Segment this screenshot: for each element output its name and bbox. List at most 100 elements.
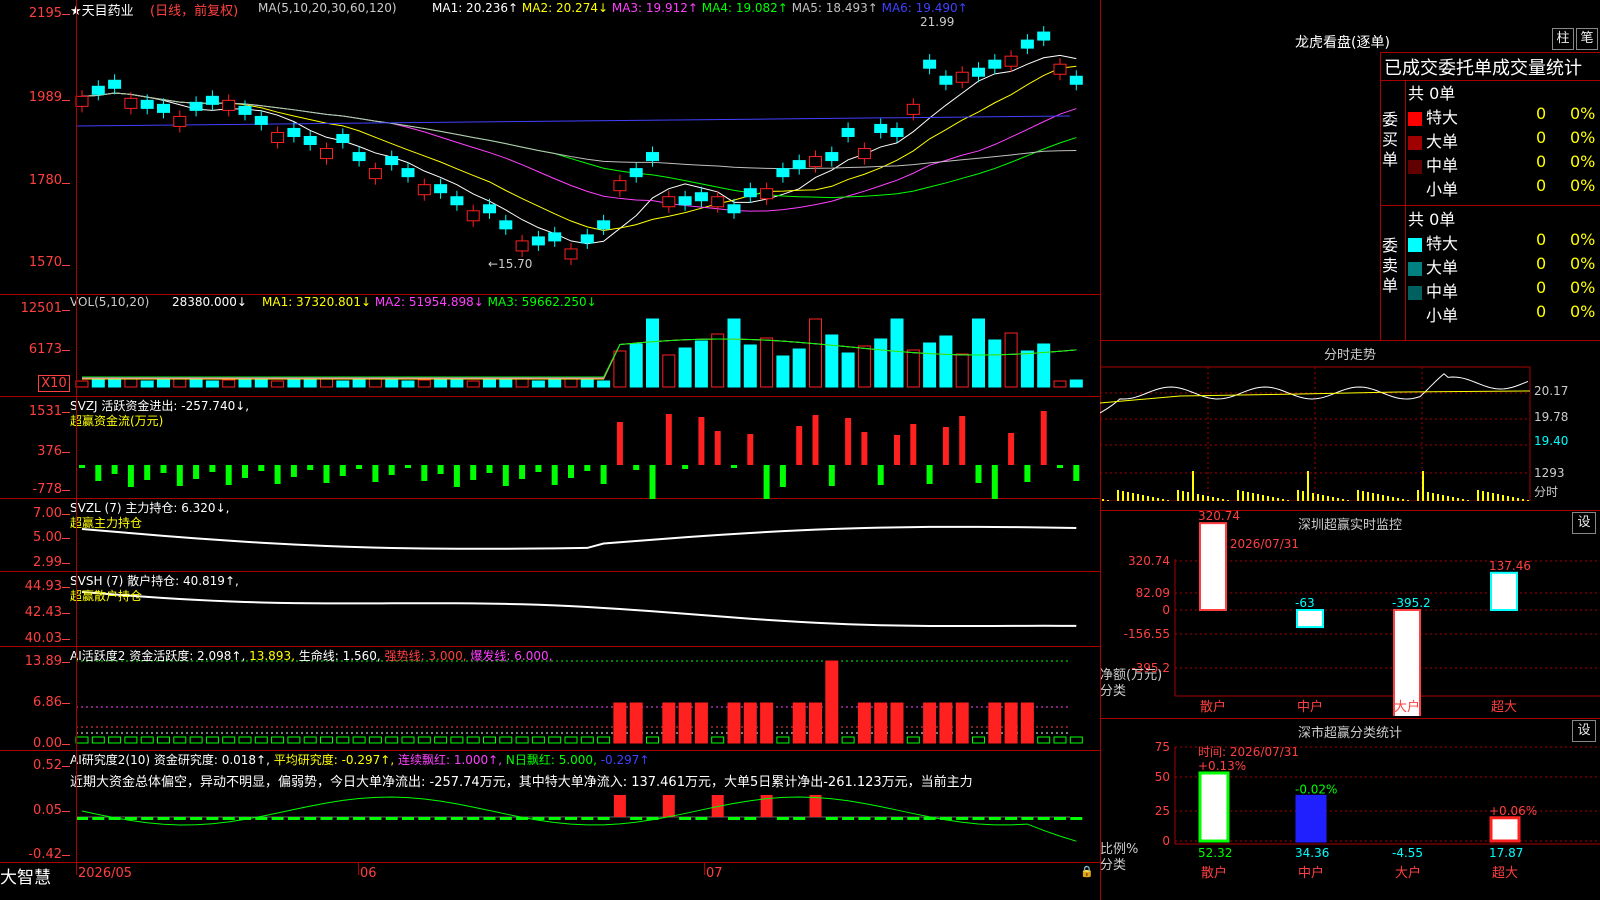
buy-orders-table: 委买单共 0单 特大 0 0% 大单 0 0% 中单 0 0% 小单 0 0% [1380, 80, 1600, 205]
intraday-vol [1132, 493, 1134, 501]
flow-bar [258, 465, 265, 471]
kline-panel[interactable]: 21.99 ←15.70 ★天目药业 (日线，前复权) MA(5,10,20,30… [0, 0, 1100, 295]
row-value: 0 [1536, 278, 1547, 297]
candle [140, 99, 154, 109]
research-bar [402, 817, 414, 820]
volume-bar [906, 349, 920, 388]
candle [792, 160, 806, 170]
volume-bar [336, 380, 350, 388]
volume-bar [548, 379, 562, 388]
sell-orders-table: 委卖单共 0单 特大 0 0% 大单 0 0% 中单 0 0% 小单 0 0% [1380, 206, 1600, 331]
flow-bar [796, 426, 803, 465]
flow-bar [486, 465, 493, 473]
intraday-vol [1307, 471, 1309, 501]
flow-bar [356, 465, 363, 469]
candle [238, 105, 252, 115]
ai-research-panel[interactable]: AI研究度2(10) 资金研究度: 0.018↑, 平均研究度: -0.297↑… [0, 751, 1100, 863]
ai-activity-panel[interactable]: AI活跃度2 资金活跃度: 2.098↑, 13.893, 生命线: 1.560… [0, 647, 1100, 751]
volume-bar [760, 337, 774, 388]
intraday-axis: 20.17 [1534, 384, 1568, 398]
svsh-panel[interactable]: SVSH (7) 散户持仓: 40.819↑, 超赢散户持仓 [0, 572, 1100, 647]
order-total: 共 0单 [1408, 84, 1456, 103]
class-bar [1295, 794, 1327, 843]
volume-bar [91, 379, 105, 388]
svzj-panel[interactable]: SVZJ 活跃资金进出: -257.740↓, 超赢资金流(万元) [0, 397, 1100, 499]
intraday-panel[interactable]: 分时走势 20.17 19.78 19.40 1293 分时 [1100, 340, 1600, 501]
tick-mode-button[interactable]: 笔 [1576, 28, 1598, 50]
research-bar [842, 817, 855, 820]
candle [385, 156, 399, 166]
intraday-vol [1467, 500, 1469, 501]
kline-chart[interactable]: 21.99 ←15.70 [0, 0, 1100, 295]
volume-bar [857, 345, 871, 388]
lhb-panel: 龙虎看盘(逐单) 柱 笔 已成交委托单成交量统计 委买单共 0单 特大 0 0% 大单 0… [1100, 0, 1600, 340]
activity-bar [108, 736, 122, 744]
intraday-vol [1402, 499, 1404, 501]
color-swatch [1408, 261, 1422, 276]
row-percent: 0% [1570, 302, 1596, 321]
ma-line [81, 54, 1077, 245]
flow-bar [1057, 465, 1063, 468]
date-label-0: 2026/05 [78, 866, 133, 881]
class-bar [1489, 816, 1521, 843]
svzl-panel[interactable]: SVZL (7) 主力持仓: 6.320↓, 超赢主力持仓 [0, 499, 1100, 572]
y-axis-label: 7.00 [33, 506, 62, 521]
research-bar [467, 817, 480, 820]
candle [825, 152, 839, 162]
candle [809, 156, 822, 168]
intraday-vol [1287, 500, 1289, 501]
activity-bar [939, 702, 953, 744]
candle [189, 101, 203, 111]
volume-bar [1020, 350, 1034, 388]
intraday-vol [1222, 499, 1224, 501]
activity-bar [483, 736, 496, 744]
bar-mode-button[interactable]: 柱 [1552, 28, 1574, 50]
candle [417, 184, 431, 196]
y-axis-label: -778 [32, 482, 62, 497]
category-label: 超大 [1492, 866, 1518, 881]
bar-value-label: 17.87 [1489, 846, 1523, 860]
intraday-vol [1422, 471, 1424, 501]
intraday-vol [1347, 500, 1349, 501]
low-price-label: ←15.70 [488, 257, 532, 271]
side-label: 委卖单 [1382, 236, 1399, 295]
date-axis: 大智慧 2026/05 06 07 🔒 [0, 863, 1100, 900]
intraday-vol [1322, 495, 1324, 501]
row-value: 0 [1536, 302, 1547, 321]
period-note: (日线，前复权) [150, 4, 239, 19]
candle [401, 168, 415, 178]
intraday-chart[interactable]: 20.17 19.78 19.40 1293 分时 [1100, 363, 1600, 501]
candle [91, 85, 105, 95]
volume-bar [157, 379, 170, 388]
lock-icon[interactable]: 🔒 [1080, 865, 1094, 878]
ma-items: MA1: 20.236↑ MA2: 20.274↓ MA3: 19.912↑ M… [432, 1, 968, 15]
volume-panel[interactable]: VOL(5,10,20) 28380.000↓ MA1: 37320.801↓ … [0, 295, 1100, 397]
research-bar [744, 817, 757, 820]
volume-chart[interactable] [0, 295, 1100, 397]
flow-bar [877, 465, 884, 485]
activity-bar [515, 736, 529, 744]
research-bar [336, 817, 349, 820]
research-bar [825, 817, 838, 820]
intraday-vol [1242, 491, 1244, 501]
flow-bar [698, 417, 705, 465]
intraday-vol [1252, 493, 1254, 501]
research-bar [1021, 817, 1034, 820]
activity-bar [906, 736, 920, 744]
volume-bar [108, 378, 122, 388]
candle [841, 127, 855, 137]
candle [776, 168, 790, 178]
y-axis-label: 0 [1162, 834, 1170, 848]
y-axis-label: 25 [1155, 804, 1170, 818]
volume-bar [417, 379, 431, 388]
intraday-axis: 1293 [1534, 466, 1565, 480]
legend-item: MA6: 19.490↑ [881, 1, 968, 15]
flow-bar [828, 465, 835, 486]
color-swatch [1408, 285, 1422, 300]
volume-bar [629, 343, 643, 388]
intraday-vol [1382, 495, 1384, 501]
intraday-vol [1377, 494, 1379, 501]
activity-bar [955, 702, 969, 744]
flow-bar [600, 465, 607, 484]
flow-bar [763, 465, 770, 499]
